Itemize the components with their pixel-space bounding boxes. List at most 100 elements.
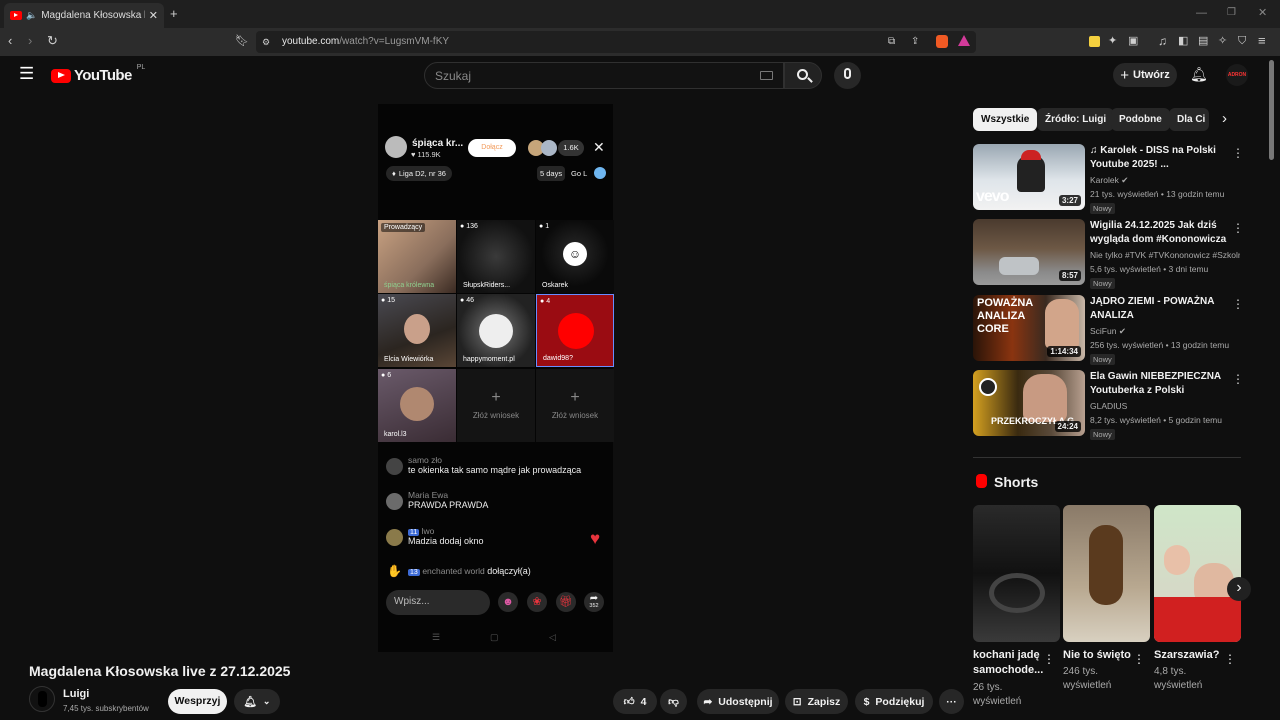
comment-text: Madzia dodaj okno [408,536,484,546]
extension-icon[interactable] [1089,36,1100,47]
address-field[interactable]: youtube.com/watch?v=LugsmVM-fKY [256,31,976,53]
site-settings-icon[interactable]: ⚙ [262,35,270,49]
recommendation-item[interactable]: POWAŻNA ANALIZA CORE 1:14:34 JĄDRO ZIEMI… [973,295,1245,365]
rec-title[interactable]: ♫ Karolek - DISS na Polski Youtube 2025!… [1090,144,1230,172]
new-tab-icon[interactable]: + [170,7,178,21]
sidebar-icon[interactable]: ◧ [1178,34,1188,48]
gift-icon[interactable]: 🎁︎ [556,592,576,612]
ai-icon[interactable]: ✧ [1218,34,1227,48]
create-button[interactable]: + Utwórz [1113,63,1177,87]
recommendation-item[interactable]: PRZEKROCZYŁA G 24:24 Ela Gawin NIEBEZPIE… [973,370,1245,440]
rec-title[interactable]: JĄDRO ZIEMI - POWAŻNA ANALIZA [1090,295,1230,323]
more-vertical-icon[interactable]: ⋮ [1232,297,1244,311]
chip-all[interactable]: Wszystkie [973,108,1038,131]
subscription-bell-button[interactable]: 🔔︎ ⌄ [234,689,280,714]
guest-cell[interactable]: Prowadzący śpiąca królewna [378,220,456,293]
back-icon[interactable]: ‹ [8,34,12,48]
apply-label: Złóż wniosek [551,411,599,420]
reload-icon[interactable]: ↻ [47,34,58,48]
open-in-app-icon[interactable]: ⧉ [888,35,895,49]
dislike-button[interactable]: 👎︎ [660,689,687,714]
notifications-bell-icon[interactable]: 🔔︎ [1190,66,1208,83]
youtube-logo[interactable]: YouTube PL [51,64,145,84]
minimize-icon[interactable]: — [1196,6,1207,20]
apply-slot[interactable]: + Złóż wniosek [457,369,535,442]
search-input[interactable]: Szukaj [424,62,784,89]
rec-views: 21 tys. wyświetleń • 13 godzin temu [1090,189,1225,199]
short-title[interactable]: kochani jadę samochode... [973,648,1045,678]
brave-rewards-icon[interactable] [958,35,970,46]
menu-icon[interactable]: ≡ [1258,34,1266,48]
shorts-next-icon[interactable]: › [1227,577,1251,601]
share-label: Udostępnij [718,695,773,708]
save-button[interactable]: ⊡ Zapisz [785,689,848,714]
more-vertical-icon[interactable]: ⋮ [1224,652,1236,666]
close-tab-icon[interactable]: ✕ [149,9,158,22]
guest-cell[interactable]: ● 15 Elcia Wiewiórka [378,294,456,367]
guide-menu-icon[interactable]: ☰ [19,65,34,82]
video-thumbnail[interactable]: vevo 3:27 [973,144,1085,210]
channel-avatar[interactable] [29,686,55,712]
thanks-button[interactable]: $ Podziękuj [855,689,933,714]
rec-title[interactable]: Wigilia 24.12.2025 Jak dziś wygląda dom … [1090,219,1230,247]
browser-tab[interactable]: 🔈 Magdalena Kłosowska live z 2 ✕ [4,3,164,28]
guest-cell[interactable]: ● 1 ☺ Oskarek [536,220,614,293]
video-thumbnail[interactable]: 8:57 [973,219,1085,285]
more-vertical-icon[interactable]: ⋮ [1232,221,1244,235]
short-thumbnail[interactable] [973,505,1060,642]
chip-for-you[interactable]: Dla Ci [1169,108,1209,131]
music-icon[interactable]: ♫ [1158,34,1167,48]
page-scrollbar[interactable] [1269,60,1274,160]
brave-shields-icon[interactable] [936,35,948,48]
chip-similar[interactable]: Podobne [1111,108,1170,131]
go-live-badge[interactable]: Go L [568,166,606,181]
more-vertical-icon[interactable]: ⋮ [1232,146,1244,160]
support-button[interactable]: Wesprzyj [168,689,227,714]
short-title[interactable]: Szarszawia? [1154,648,1226,663]
chevron-right-icon[interactable]: › [1222,110,1227,127]
bookmark-icon[interactable]: 🔖︎ [235,34,249,48]
heart-icon[interactable]: ♥ [590,529,600,549]
wallet-icon[interactable]: ▤ [1198,34,1208,48]
forward-icon[interactable]: › [28,34,32,48]
guest-cell[interactable]: ● 6 karol.l3 [378,369,456,442]
guest-cell[interactable]: ● 46 happymoment.pl [457,294,535,367]
guest-cell[interactable]: ● 4 dawid98? [536,294,614,367]
video-thumbnail[interactable]: POWAŻNA ANALIZA CORE 1:14:34 [973,295,1085,361]
rec-title[interactable]: Ela Gawin NIEBEZPIECZNA Youtuberka z Pol… [1090,370,1230,398]
share-button[interactable]: ➦ Udostępnij [697,689,779,714]
apply-slot[interactable]: + Złóż wniosek [536,369,614,442]
puzzle-extensions-icon[interactable]: ✦ [1108,34,1117,48]
recommendation-item[interactable]: vevo 3:27 ♫ Karolek - DISS na Polski You… [973,144,1245,214]
short-thumbnail[interactable] [1063,505,1150,642]
short-thumbnail[interactable] [1154,505,1241,642]
chat-comment: 11 lwo Madzia dodaj okno [408,526,484,546]
video-thumbnail[interactable]: PRZEKROCZYŁA G 24:24 [973,370,1085,436]
vpn-icon[interactable]: ⛉ [1238,34,1246,48]
more-actions-button[interactable]: ··· [939,689,964,714]
guest-cell[interactable]: ● 136 SłupskRiders... [457,220,535,293]
guests-icon[interactable]: ☻ [498,592,518,612]
join-button[interactable]: Dołącz [468,139,516,157]
camera-icon[interactable]: ▣ [1128,34,1138,48]
share-page-icon[interactable]: ⇪ [911,35,919,49]
share-stream-button[interactable]: ➦ 352 [584,592,604,612]
rose-icon[interactable]: ❀ [527,592,547,612]
more-vertical-icon[interactable]: ⋮ [1043,652,1055,666]
channel-name[interactable]: Luigi [63,688,89,700]
recommendation-item[interactable]: 8:57 Wigilia 24.12.2025 Jak dziś wygląda… [973,219,1245,289]
close-window-icon[interactable]: ✕ [1258,6,1267,20]
more-vertical-icon[interactable]: ⋮ [1133,652,1145,666]
voice-search-button[interactable] [834,62,861,89]
close-stream-icon[interactable]: ✕ [593,139,605,156]
chip-source[interactable]: Źródło: Luigi [1037,108,1115,131]
keyboard-icon[interactable] [760,71,773,80]
restore-icon[interactable]: ❐ [1227,6,1236,20]
chat-input[interactable]: Wpisz... [386,590,490,615]
like-button[interactable]: 👍︎ 4 [613,689,657,714]
search-button[interactable] [784,62,822,89]
more-vertical-icon[interactable]: ⋮ [1232,372,1244,386]
youtube-play-icon [51,68,71,83]
account-avatar[interactable]: ADRON [1226,64,1248,86]
short-title[interactable]: Nie to święto [1063,648,1135,663]
